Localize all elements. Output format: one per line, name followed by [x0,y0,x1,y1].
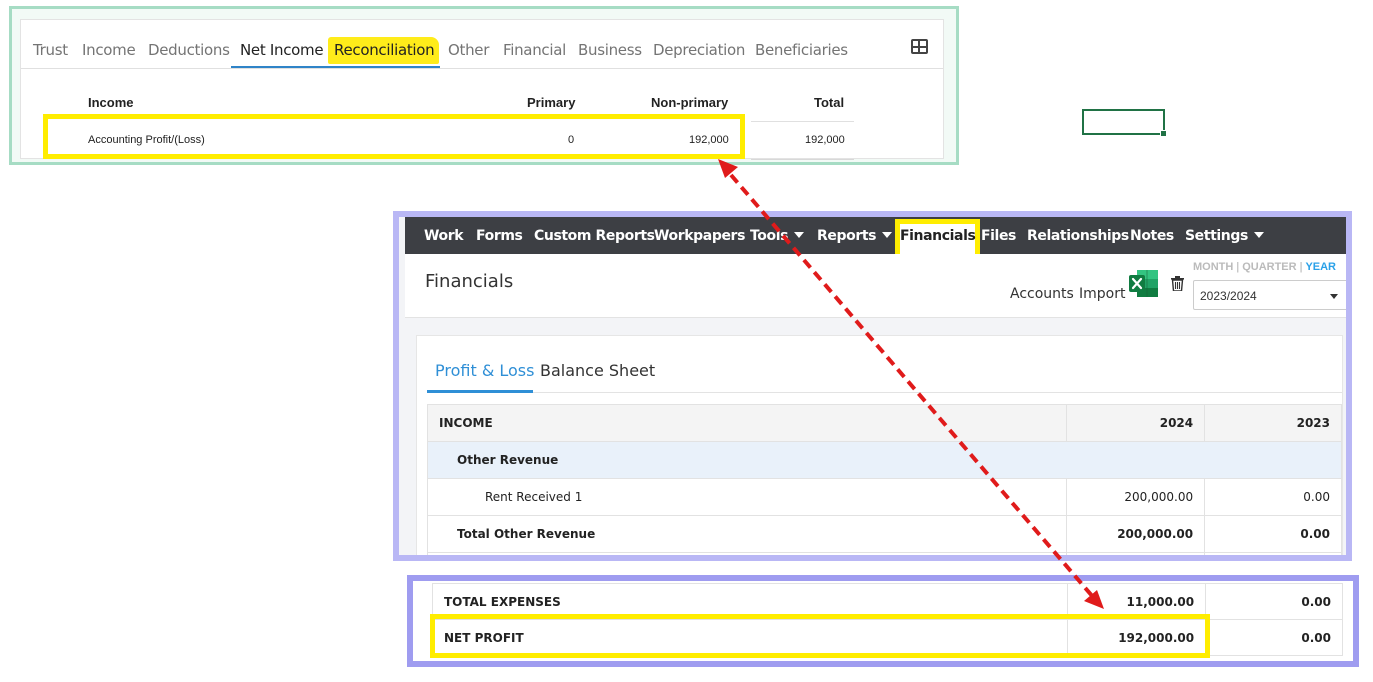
accounts-link[interactable]: Accounts [1010,286,1074,302]
nav-tools-label: Tools [750,228,789,244]
accounting-profit-highlight [43,114,745,159]
table-header-row: INCOME 2024 2023 [426,404,1342,442]
tab-depreciation[interactable]: Depreciation [653,41,745,59]
row-label[interactable]: Rent Received 1 [426,478,1068,516]
nav-custom-reports[interactable]: Custom Reports [534,228,655,244]
page-title: Financials [425,271,514,292]
tab-other[interactable]: Other [448,41,489,59]
cell-2023: 0.00 [1204,515,1342,553]
year-select[interactable]: 2023/2024 [1193,280,1346,310]
spreadsheet-cell-selection [1082,109,1167,137]
active-tab-underline [231,66,440,68]
active-tab-underline [427,390,533,393]
profit-summary-panel: TOTAL EXPENSES 11,000.00 0.00 NET PROFIT… [407,575,1359,667]
excel-icon[interactable] [1128,269,1159,298]
nav-workpapers[interactable]: Workpapers [654,228,745,244]
tab-deductions[interactable]: Deductions [148,41,230,59]
caret-down-icon [794,232,805,238]
nav-settings[interactable]: Settings [1185,228,1264,244]
report-card: Profit & Loss Balance Sheet INCOME 2024 … [416,335,1343,555]
nav-reports-label: Reports [817,228,877,244]
nav-relationships[interactable]: Relationships [1027,228,1129,244]
caret-down-icon [882,232,893,238]
annotated-screenshot: Trust Income Deductions Net Income Recon… [0,0,1373,682]
period-toggle: MONTH | QUARTER | YEAR [1193,261,1336,273]
cell-2024: 200,000.00 [1066,515,1206,553]
nav-settings-label: Settings [1185,228,1248,244]
cell-total: 192,000 [805,134,845,146]
tab-reconciliation[interactable]: Reconciliation [334,41,435,59]
col-total: Total [814,95,845,110]
row-label: Total Other Revenue [426,515,1068,553]
tab-income[interactable]: Income [82,41,136,59]
dropdown-arrow-icon [1330,294,1338,299]
top-navbar: Work Forms Custom Reports Workpapers Too… [405,217,1346,261]
row-divider [751,121,854,122]
financials-panel: Work Forms Custom Reports Workpapers Too… [393,211,1352,561]
table-row: Total Other Revenue 200,000.00 0.00 [426,515,1342,553]
header-income: INCOME [426,404,1068,442]
tab-beneficiaries[interactable]: Beneficiaries [755,41,848,59]
table-row: Rent Received 1 200,000.00 0.00 [426,478,1342,516]
import-link[interactable]: Import [1079,286,1125,302]
net-profit-highlight [430,614,1210,658]
nav-forms[interactable]: Forms [476,228,523,244]
cell-2023: 0.00 [1204,478,1342,516]
row-divider [751,159,854,160]
nav-reports[interactable]: Reports [817,228,893,244]
tab-net-income[interactable]: Net Income [240,41,324,59]
nav-files[interactable]: Files [981,228,1016,244]
period-year[interactable]: YEAR [1305,261,1336,273]
cell-2023: 0.00 [1205,583,1343,620]
profit-loss-table: INCOME 2024 2023 Other Revenue Rent Rece… [426,404,1342,555]
tab-balance-sheet[interactable]: Balance Sheet [540,361,655,380]
group-other-revenue: Other Revenue [427,441,1342,479]
tab-bar: Trust Income Deductions Net Income Recon… [21,20,943,69]
tax-return-panel: Trust Income Deductions Net Income Recon… [9,6,959,165]
group-row: Other Revenue [427,441,1342,479]
tab-profit-loss[interactable]: Profit & Loss [435,361,534,380]
nav-financials[interactable]: Financials [900,228,976,244]
nav-tools[interactable]: Tools [750,228,805,244]
nav-work[interactable]: Work [424,228,464,244]
tab-financial[interactable]: Financial [503,41,566,59]
header-2023: 2023 [1204,404,1342,442]
period-month[interactable]: MONTH [1193,261,1233,273]
grid-view-icon[interactable] [911,39,928,54]
trash-icon[interactable] [1171,276,1184,291]
cell-2023: 0.00 [1205,619,1343,656]
col-income: Income [88,95,134,110]
period-quarter[interactable]: QUARTER [1242,261,1296,273]
col-primary: Primary [527,95,576,110]
tab-business[interactable]: Business [578,41,642,59]
header-2024: 2024 [1066,404,1206,442]
cell-2024: 200,000.00 [1066,478,1206,516]
tab-trust[interactable]: Trust [33,41,68,59]
year-select-value: 2023/2024 [1200,289,1257,303]
nav-notes[interactable]: Notes [1130,228,1174,244]
table-row [426,552,1342,555]
page-header: Financials Accounts Import MONTH | QUART… [405,254,1346,318]
col-non-primary: Non-primary [651,95,729,110]
tabs-baseline [427,392,1342,393]
caret-down-icon [1253,232,1264,238]
